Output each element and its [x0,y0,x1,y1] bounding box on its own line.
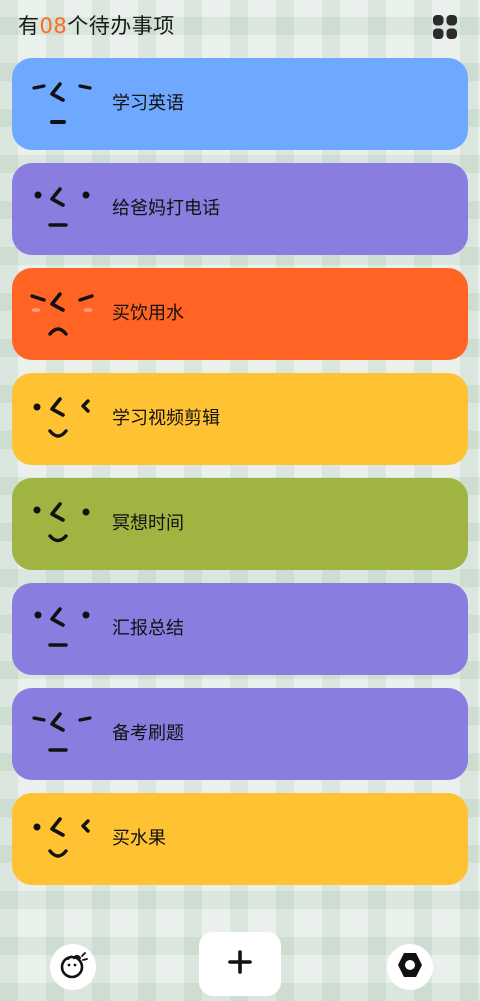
todo-count: 08 [39,14,68,38]
bottom-bar [0,930,480,1001]
plus-icon [228,950,252,978]
todo-label: 备考刷题 [112,723,184,744]
todo-list: 学习英语 给爸妈打电话 买饮用水 学习视频剪辑 冥想时间 汇报总结 备考刷题 买… [12,58,468,898]
todo-label: 冥想时间 [112,513,184,534]
add-todo-button[interactable] [199,932,281,996]
todo-card-2[interactable]: 给爸妈打电话 [12,163,468,255]
todo-label: 汇报总结 [112,618,184,639]
title-prefix: 有 [18,14,40,38]
hexagon-settings-icon [396,951,424,983]
todo-card-1[interactable]: 学习英语 [12,58,468,150]
neutral-face-icon [30,706,94,762]
grid-icon[interactable] [432,14,458,40]
todo-card-3[interactable]: 买饮用水 [12,268,468,360]
todo-label: 给爸妈打电话 [112,198,220,219]
todo-label: 学习视频剪辑 [112,408,220,429]
todo-card-5[interactable]: 冥想时间 [12,478,468,570]
title-suffix: 个待办事项 [67,14,175,38]
neutral-face-icon [30,76,94,132]
todo-card-7[interactable]: 备考刷题 [12,688,468,780]
todo-card-6[interactable]: 汇报总结 [12,583,468,675]
calm-face-icon [30,181,94,237]
tomato-icon [58,950,88,984]
tomato-button[interactable] [50,944,96,990]
sad-face-icon [30,286,94,342]
todo-label: 买饮用水 [112,303,184,324]
settings-button[interactable] [387,944,433,990]
smile-face-icon [30,391,94,447]
smile-face-icon [30,496,94,552]
header: 有08个待办事项 [18,8,458,42]
page-title: 有08个待办事项 [18,10,175,40]
todo-label: 学习英语 [112,93,184,114]
todo-card-8[interactable]: 买水果 [12,793,468,885]
todo-label: 买水果 [112,828,166,849]
todo-card-4[interactable]: 学习视频剪辑 [12,373,468,465]
calm-face-icon [30,601,94,657]
smile-face-icon [30,811,94,867]
